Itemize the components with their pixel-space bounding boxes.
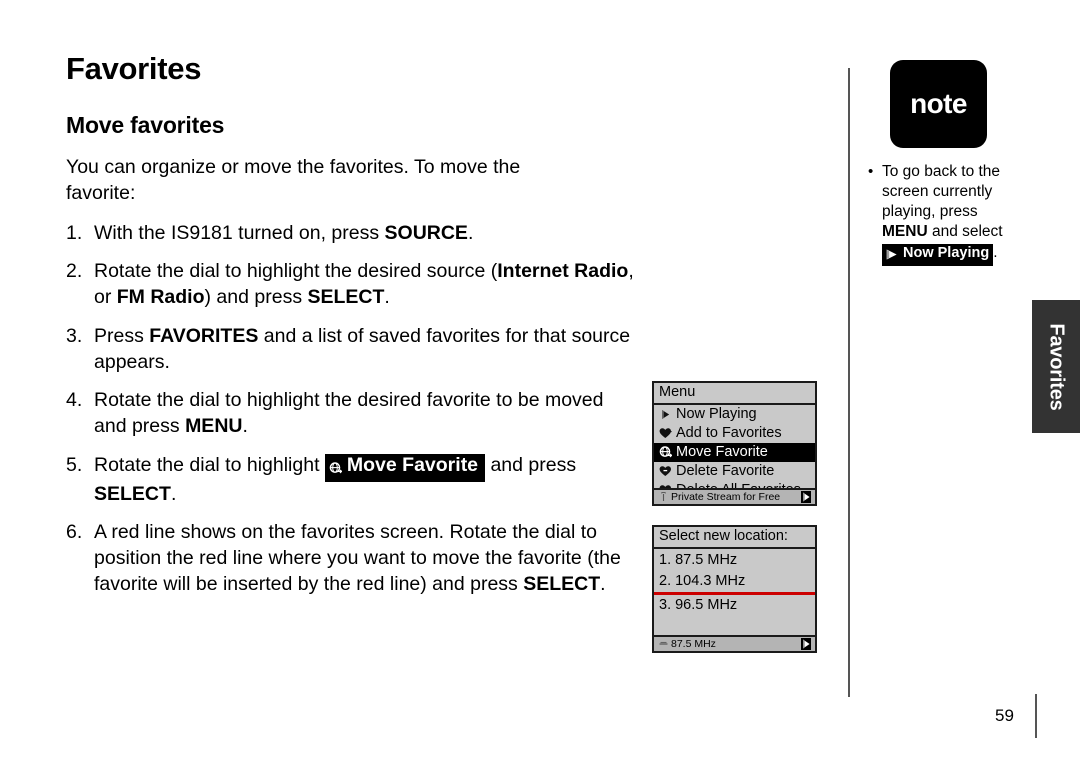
step-text: .	[384, 286, 390, 309]
step-text: Rotate the dial to highlight	[94, 453, 325, 476]
now-playing-badge-label: Now Playing	[903, 244, 990, 261]
note-text-middle: and select	[927, 223, 1003, 241]
step-keyword: FM Radio	[116, 286, 205, 309]
step-text: Rotate the dial to highlight the desired…	[94, 260, 498, 283]
lcd-location-item[interactable]: 1. 87.5 MHz	[654, 550, 815, 571]
instruction-steps-list: 1. With the IS9181 turned on, press SOURC…	[66, 221, 636, 598]
step-number: 5.	[66, 453, 83, 476]
lcd-menu-status-text: Private Stream for Free	[671, 491, 781, 503]
play-arrow-icon	[801, 638, 815, 650]
lcd-menu-item[interactable]: Now Playing	[654, 405, 815, 424]
bullet-dot-icon: •	[868, 163, 874, 180]
move-favorite-badge-label: Move Favorite	[346, 453, 479, 476]
instruction-step: 2. Rotate the dial to highlight the desir…	[66, 259, 636, 310]
main-content-column: Favorites Move favorites You can organiz…	[66, 51, 636, 610]
lcd-screenshot-menu: Menu Now Playing Add to Favorites Move Fav…	[652, 381, 817, 506]
step-keyword: SELECT	[523, 572, 601, 595]
lcd-location-rows-before-insert: 1. 87.5 MHz 2. 104.3 MHz	[654, 550, 815, 591]
step-keyword: SELECT	[94, 482, 171, 505]
step-text: Rotate the dial to highlight the desired…	[94, 389, 604, 437]
lcd-location-body: 1. 87.5 MHz 2. 104.3 MHz 3. 96.5 MHz	[654, 549, 815, 616]
heart-add-icon	[657, 427, 674, 439]
note-bullet-item: • To go back to the screen currently pla…	[862, 162, 1022, 266]
lcd-location-status-text: 87.5 MHz	[671, 638, 716, 650]
step-number: 1.	[66, 221, 83, 244]
instruction-step: 5. Rotate the dial to highlight Move Favo…	[66, 453, 636, 508]
step-text: Press	[94, 324, 150, 347]
note-block: note • To go back to the screen currentl…	[862, 60, 1022, 266]
note-badge-label: note	[910, 88, 967, 119]
lcd-menu-title: Menu	[654, 383, 815, 405]
note-menu-keyword: MENU	[882, 223, 928, 241]
play-arrow-icon	[801, 491, 815, 503]
step-number: 4.	[66, 389, 83, 412]
antenna-icon	[658, 492, 669, 502]
section-title: Move favorites	[66, 112, 225, 139]
lcd-menu-item-label: Now Playing	[676, 406, 757, 423]
side-tab-label: Favorites	[1045, 322, 1068, 411]
column-divider-rule	[848, 68, 850, 697]
move-favorite-icon	[657, 446, 674, 458]
lcd-menu-item-label: Move Favorite	[676, 444, 768, 461]
step-text: .	[600, 572, 606, 595]
step-number: 6.	[66, 521, 83, 544]
move-favorite-badge: Move Favorite	[324, 453, 486, 482]
lcd-menu-item[interactable]: Add to Favorites	[654, 424, 815, 443]
lcd-menu-status-bar: Private Stream for Free	[654, 488, 815, 504]
now-playing-badge: Now Playing	[882, 243, 994, 266]
instruction-step: 1. With the IS9181 turned on, press SOURC…	[66, 221, 636, 247]
step-keyword: MENU	[185, 414, 243, 437]
step-text: With the IS9181 turned on, press	[94, 221, 385, 244]
move-favorite-icon	[329, 458, 343, 480]
step-number: 2.	[66, 260, 83, 283]
step-number: 3.	[66, 324, 83, 347]
step-keyword: SELECT	[307, 286, 385, 309]
lcd-menu-item-list: Now Playing Add to Favorites Move Favorite…	[654, 405, 815, 500]
lcd-location-item[interactable]: 3. 96.5 MHz	[654, 595, 815, 616]
note-badge: note	[890, 60, 987, 148]
heart-delete-icon	[657, 465, 674, 477]
lcd-menu-item[interactable]: Move Favorite	[654, 442, 815, 462]
page-edge-rule	[1035, 694, 1037, 738]
note-text-before: To go back to the screen currently playi…	[882, 163, 1001, 221]
lcd-location-status-bar: 87.5 MHz	[654, 635, 815, 651]
fm-icon	[658, 640, 669, 648]
lcd-location-title: Select new location:	[654, 527, 815, 549]
note-text-after: .	[993, 243, 998, 261]
lcd-menu-item[interactable]: Delete Favorite	[654, 462, 815, 481]
page-title: Favorites	[66, 51, 202, 86]
step-keyword: FAVORITES	[149, 324, 259, 347]
step-text: ) and press	[204, 286, 308, 309]
instruction-step: 6. A red line shows on the favorites scre…	[66, 520, 636, 597]
step-keyword: Internet Radio	[497, 260, 629, 283]
instruction-step: 3. Press FAVORITES and a list of saved fa…	[66, 324, 636, 375]
play-icon	[885, 248, 898, 264]
step-text: .	[170, 482, 177, 505]
instruction-step: 4. Rotate the dial to highlight the desir…	[66, 388, 636, 439]
step-keyword: SOURCE	[384, 221, 468, 244]
lcd-menu-item-label: Delete Favorite	[676, 463, 775, 480]
play-icon	[657, 409, 674, 420]
step-text: .	[467, 221, 474, 244]
lcd-location-item[interactable]: 2. 104.3 MHz	[654, 571, 815, 592]
lcd-screenshot-select-location: Select new location: 1. 87.5 MHz 2. 104.3…	[652, 525, 817, 653]
step-text: .	[242, 414, 248, 437]
lcd-location-rows-after-insert: 3. 96.5 MHz	[654, 595, 815, 616]
step-text: and press	[485, 453, 577, 476]
side-tab-favorites: Favorites	[1032, 300, 1080, 433]
intro-paragraph: You can organize or move the favorites. …	[66, 156, 521, 204]
page-number: 59	[995, 706, 1014, 725]
lcd-menu-item-label: Add to Favorites	[676, 425, 782, 442]
note-bullet-text: To go back to the screen currently playi…	[882, 162, 1022, 266]
